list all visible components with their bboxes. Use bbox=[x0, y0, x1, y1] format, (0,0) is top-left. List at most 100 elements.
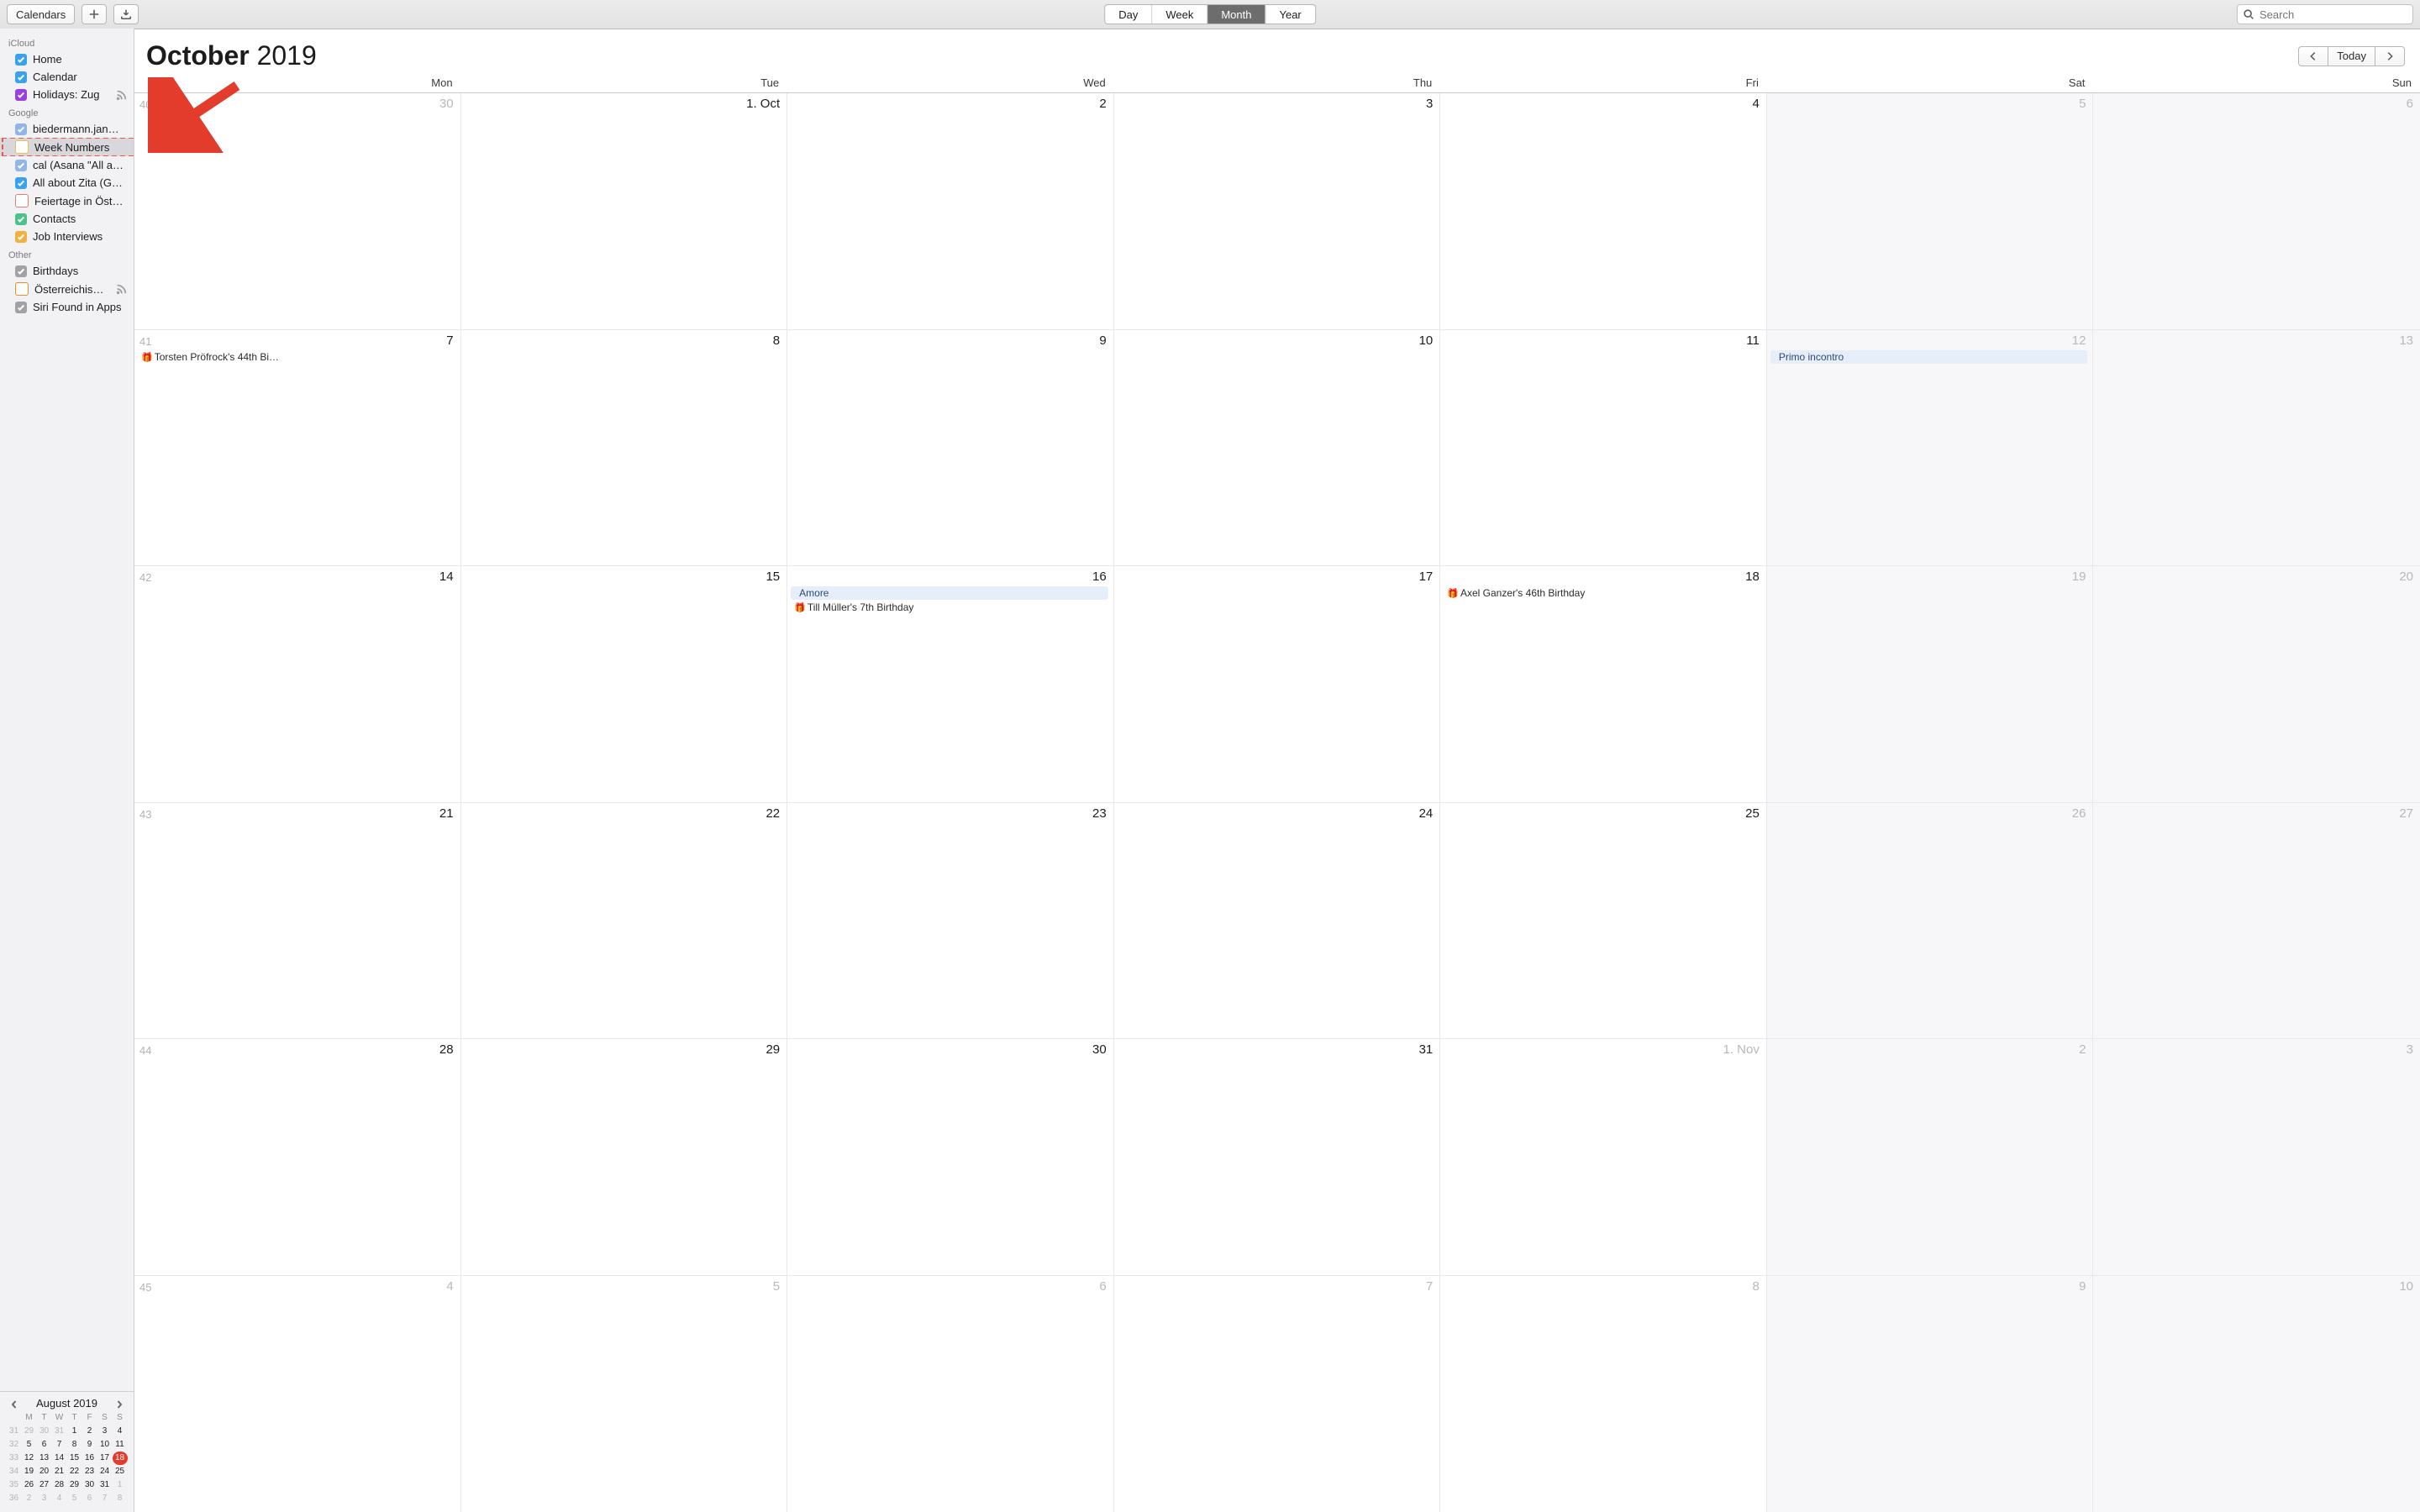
mini-day[interactable]: 16 bbox=[82, 1452, 97, 1465]
inbox-button[interactable] bbox=[113, 4, 139, 24]
mini-day[interactable]: 9 bbox=[82, 1438, 97, 1452]
mini-day[interactable]: 31 bbox=[52, 1425, 67, 1438]
day-cell[interactable]: 10 bbox=[2093, 1276, 2420, 1512]
mini-day[interactable]: 3 bbox=[37, 1492, 52, 1505]
sidebar-calendar-item[interactable]: Job Interviews bbox=[0, 228, 134, 245]
sidebar-calendar-item[interactable]: Contacts bbox=[0, 210, 134, 228]
day-cell[interactable]: 6 bbox=[2093, 93, 2420, 329]
calendar-checkbox[interactable] bbox=[15, 194, 29, 207]
day-cell[interactable]: 31 bbox=[1114, 1039, 1441, 1275]
sidebar-calendar-item[interactable]: Home bbox=[0, 50, 134, 68]
mini-day[interactable]: 26 bbox=[22, 1478, 37, 1492]
calendar-checkbox[interactable] bbox=[15, 123, 27, 135]
calendar-checkbox[interactable] bbox=[15, 71, 27, 83]
mini-next-button[interactable] bbox=[112, 1397, 127, 1412]
mini-day[interactable]: 21 bbox=[52, 1465, 67, 1478]
day-cell[interactable]: 27 bbox=[2093, 803, 2420, 1039]
mini-day[interactable]: 20 bbox=[37, 1465, 52, 1478]
calendar-checkbox[interactable] bbox=[15, 231, 27, 243]
prev-month-button[interactable] bbox=[2298, 46, 2328, 66]
day-cell[interactable]: 23 bbox=[787, 803, 1114, 1039]
mini-day[interactable]: 8 bbox=[113, 1492, 128, 1505]
mini-day[interactable]: 3 bbox=[97, 1425, 113, 1438]
add-button[interactable] bbox=[82, 4, 107, 24]
day-cell[interactable]: 5 bbox=[461, 1276, 788, 1512]
mini-day[interactable]: 7 bbox=[97, 1492, 113, 1505]
sidebar-calendar-item[interactable]: cal (Asana "All a… bbox=[0, 156, 134, 174]
view-tab-day[interactable]: Day bbox=[1105, 5, 1152, 24]
day-cell[interactable]: 1. Nov bbox=[1440, 1039, 1767, 1275]
day-cell[interactable]: 30 bbox=[787, 1039, 1114, 1275]
mini-day[interactable]: 30 bbox=[82, 1478, 97, 1492]
day-cell[interactable]: 16Amore🎁Till Müller's 7th Birthday bbox=[787, 566, 1114, 802]
day-cell[interactable]: 2844 bbox=[134, 1039, 461, 1275]
mini-day[interactable]: 22 bbox=[67, 1465, 82, 1478]
view-tab-year[interactable]: Year bbox=[1265, 5, 1314, 24]
calendar-checkbox[interactable] bbox=[15, 54, 27, 66]
mini-day[interactable]: 2 bbox=[22, 1492, 37, 1505]
day-cell[interactable]: 24 bbox=[1114, 803, 1441, 1039]
day-cell[interactable]: 19 bbox=[1767, 566, 2094, 802]
view-tab-week[interactable]: Week bbox=[1152, 5, 1207, 24]
next-month-button[interactable] bbox=[2375, 46, 2405, 66]
mini-day[interactable]: 1 bbox=[67, 1425, 82, 1438]
mini-day[interactable]: 15 bbox=[67, 1452, 82, 1465]
day-cell[interactable]: 3 bbox=[1114, 93, 1441, 329]
calendar-checkbox[interactable] bbox=[15, 213, 27, 225]
sidebar-calendar-item[interactable]: biedermann.jan… bbox=[0, 120, 134, 138]
mini-day[interactable]: 8 bbox=[67, 1438, 82, 1452]
today-button[interactable]: Today bbox=[2328, 46, 2375, 66]
sidebar-calendar-item[interactable]: Holidays: Zug bbox=[0, 86, 134, 103]
day-cell[interactable]: 3 bbox=[2093, 1039, 2420, 1275]
birthday-event[interactable]: 🎁Axel Ganzer's 46th Birthday bbox=[1444, 586, 1761, 600]
mini-day[interactable]: 23 bbox=[82, 1465, 97, 1478]
birthday-event[interactable]: 🎁Till Müller's 7th Birthday bbox=[791, 601, 1108, 614]
mini-day[interactable]: 12 bbox=[22, 1452, 37, 1465]
day-cell[interactable]: 8 bbox=[461, 330, 788, 566]
mini-day[interactable]: 6 bbox=[37, 1438, 52, 1452]
day-cell[interactable]: 6 bbox=[787, 1276, 1114, 1512]
sidebar-calendar-item[interactable]: Österreichis… bbox=[0, 280, 134, 298]
day-cell[interactable]: 20 bbox=[2093, 566, 2420, 802]
day-cell[interactable]: 10 bbox=[1114, 330, 1441, 566]
mini-day[interactable]: 31 bbox=[97, 1478, 113, 1492]
sidebar-calendar-item[interactable]: Week Numbers bbox=[0, 138, 134, 156]
mini-day[interactable]: 19 bbox=[22, 1465, 37, 1478]
mini-day[interactable]: 14 bbox=[52, 1452, 67, 1465]
day-cell[interactable]: 15 bbox=[461, 566, 788, 802]
calendar-event[interactable]: Amore bbox=[791, 586, 1108, 600]
birthday-event[interactable]: 🎁Torsten Pröfrock's 44th Bi… bbox=[138, 350, 455, 364]
calendar-checkbox[interactable] bbox=[15, 177, 27, 189]
mini-day[interactable]: 2 bbox=[82, 1425, 97, 1438]
day-cell[interactable]: 741🎁Torsten Pröfrock's 44th Bi… bbox=[134, 330, 461, 566]
mini-day[interactable]: 11 bbox=[113, 1438, 128, 1452]
mini-day[interactable]: 4 bbox=[113, 1425, 128, 1438]
day-cell[interactable]: 7 bbox=[1114, 1276, 1441, 1512]
sidebar-calendar-item[interactable]: Calendar bbox=[0, 68, 134, 86]
mini-day[interactable]: 17 bbox=[97, 1452, 113, 1465]
mini-day[interactable]: 27 bbox=[37, 1478, 52, 1492]
mini-day[interactable]: 13 bbox=[37, 1452, 52, 1465]
day-cell[interactable]: 1. Oct bbox=[461, 93, 788, 329]
day-cell[interactable]: 11 bbox=[1440, 330, 1767, 566]
sidebar-calendar-item[interactable]: Siri Found in Apps bbox=[0, 298, 134, 316]
day-cell[interactable]: 4 bbox=[1440, 93, 1767, 329]
day-cell[interactable]: 2143 bbox=[134, 803, 461, 1039]
sidebar-calendar-item[interactable]: All about Zita (G… bbox=[0, 174, 134, 192]
calendar-event[interactable]: Primo incontro bbox=[1770, 350, 2088, 364]
calendar-checkbox[interactable] bbox=[15, 160, 27, 171]
sidebar-calendar-item[interactable]: Birthdays bbox=[0, 262, 134, 280]
mini-day[interactable]: 28 bbox=[52, 1478, 67, 1492]
calendar-checkbox[interactable] bbox=[15, 89, 27, 101]
search-field[interactable] bbox=[2237, 4, 2413, 24]
calendars-button[interactable]: Calendars bbox=[7, 4, 75, 24]
day-cell[interactable]: 26 bbox=[1767, 803, 2094, 1039]
mini-day[interactable]: 24 bbox=[97, 1465, 113, 1478]
mini-day[interactable]: 30 bbox=[37, 1425, 52, 1438]
calendar-checkbox[interactable] bbox=[15, 140, 29, 154]
day-cell[interactable]: 25 bbox=[1440, 803, 1767, 1039]
day-cell[interactable]: 445 bbox=[134, 1276, 461, 1512]
day-cell[interactable]: 9 bbox=[1767, 1276, 2094, 1512]
search-input[interactable] bbox=[2258, 8, 2409, 22]
day-cell[interactable]: 1442 bbox=[134, 566, 461, 802]
